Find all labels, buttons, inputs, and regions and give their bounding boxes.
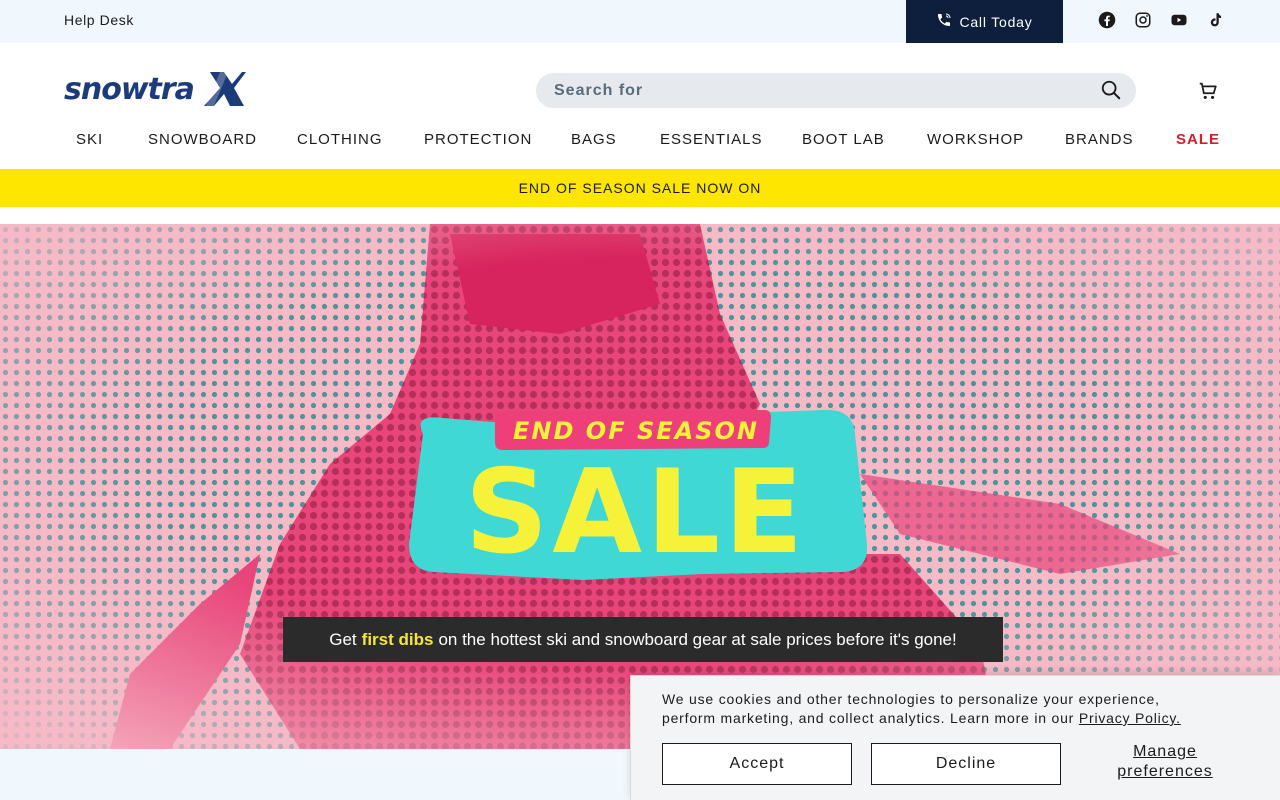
nav-sale[interactable]: SALE: [1176, 131, 1220, 148]
nav-boot-lab[interactable]: BOOT LAB: [802, 131, 885, 148]
search-input[interactable]: [554, 73, 1074, 108]
phone-icon: [936, 12, 952, 31]
sale-badge: END OF SEASON SALE: [403, 394, 869, 582]
youtube-icon[interactable]: [1170, 11, 1188, 29]
cookie-banner: We use cookies and other technologies to…: [630, 675, 1280, 800]
nav-brands[interactable]: BRANDS: [1065, 131, 1134, 148]
hero-banner[interactable]: END OF SEASON SALE Get first dibs on the…: [0, 224, 1280, 749]
nav-protection[interactable]: PROTECTION: [424, 131, 532, 148]
nav-workshop[interactable]: WORKSHOP: [927, 131, 1024, 148]
nav-bags[interactable]: BAGS: [571, 131, 617, 148]
decline-button[interactable]: Decline: [871, 743, 1061, 785]
instagram-icon[interactable]: [1134, 11, 1152, 29]
cookie-text-line-2-body: perform marketing, and collect analytics…: [662, 710, 1075, 726]
nav-essentials[interactable]: ESSENTIALS: [660, 131, 763, 148]
call-today-label: Call Today: [959, 13, 1033, 30]
search-bar: [536, 73, 1136, 108]
site-header: snowtra SKI SNOWBOARD CLOTHING PROTECTIO…: [0, 43, 1280, 169]
caption-after: on the hottest ski and snowboard gear at…: [438, 629, 957, 649]
cookie-text: We use cookies and other technologies to…: [662, 690, 1252, 728]
nav-clothing[interactable]: CLOTHING: [297, 131, 383, 148]
privacy-policy-link[interactable]: Privacy Policy.: [1079, 710, 1181, 726]
caption-highlight: first dibs: [361, 629, 434, 649]
cookie-text-line-1: We use cookies and other technologies to…: [662, 691, 1160, 707]
badge-headline: SALE: [465, 445, 807, 580]
promo-bar[interactable]: END OF SEASON SALE NOW ON: [0, 169, 1280, 207]
promo-text: END OF SEASON SALE NOW ON: [518, 180, 762, 196]
call-today-button[interactable]: Call Today: [906, 0, 1063, 43]
snowtrax-logo[interactable]: snowtra: [64, 70, 246, 108]
top-bar: Help Desk Call Today: [0, 0, 1280, 43]
accept-button[interactable]: Accept: [662, 743, 852, 785]
nav-snowboard[interactable]: SNOWBOARD: [148, 131, 257, 148]
spacer: [0, 207, 1280, 224]
badge-kicker: END OF SEASON: [513, 417, 759, 445]
facebook-icon[interactable]: [1098, 11, 1116, 29]
caption-before: Get: [329, 629, 357, 649]
hero-caption: Get first dibs on the hottest ski and sn…: [283, 617, 1003, 662]
tiktok-icon[interactable]: [1206, 11, 1224, 29]
nav-ski[interactable]: SKI: [76, 131, 103, 148]
main-nav: SKI SNOWBOARD CLOTHING PROTECTION BAGS E…: [0, 131, 1280, 155]
cart-icon[interactable]: [1197, 80, 1219, 102]
cookie-text-line-2: perform marketing, and collect analytics…: [662, 709, 1252, 728]
manage-preferences-link[interactable]: Manage preferences: [1101, 742, 1229, 782]
svg-text:snowtra: snowtra: [64, 72, 194, 107]
social-links: [1098, 11, 1224, 29]
help-desk-link[interactable]: Help Desk: [64, 12, 134, 28]
search-icon[interactable]: [1100, 79, 1122, 101]
